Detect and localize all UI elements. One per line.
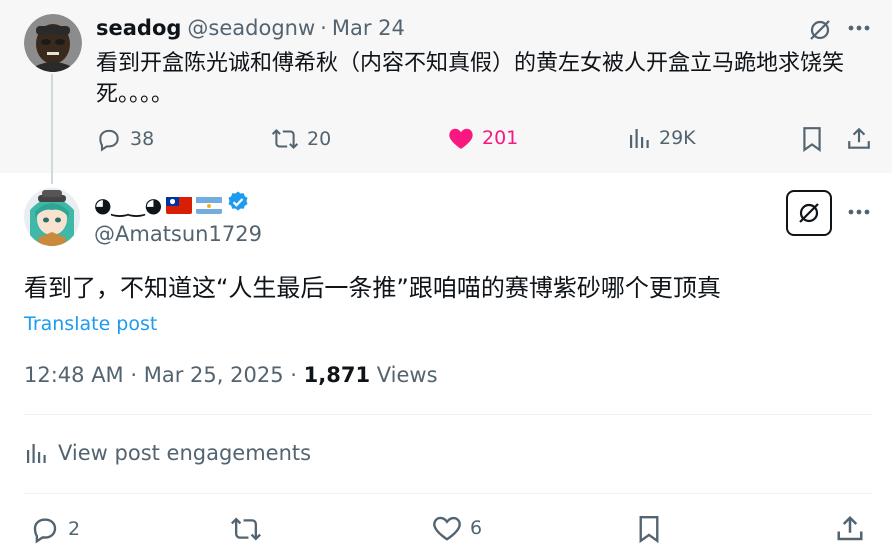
separator-dot: · [290,363,297,387]
divider [24,414,872,415]
parent-header: seadog @seadognw · Mar 24 [96,16,405,40]
argentina-flag-icon [196,196,223,214]
view-count: 1,871 [303,363,371,387]
more-options-icon[interactable] [846,15,872,41]
parent-tweet-text: 看到开盒陈光诚和傅希秋（内容不知真假）的黄左女被人开盒立马跪地求饶笑死。。。。 [96,51,845,107]
parent-handle[interactable]: @seadognw [187,16,315,40]
retweet-icon [271,128,299,150]
parent-display-name[interactable]: seadog [96,16,181,40]
parent-tweet[interactable]: seadog @seadognw · Mar 24 看到开盒陈光诚和傅希秋（内容… [0,0,892,184]
views-chart-icon [630,129,649,148]
verified-badge-icon[interactable] [226,190,250,219]
parent-like-button[interactable]: 201 [448,126,518,150]
share-icon [848,127,870,149]
separator-dot: · [320,16,327,40]
heart-filled-icon [449,128,473,149]
parent-bookmark-button[interactable] [800,126,824,152]
tweet-text: 看到了，不知道这“人生最后一条推”跟咱喵的赛博紫砂哪个更顶真 [24,274,721,302]
parent-view-count: 29K [659,127,696,149]
retweet-icon [231,517,261,541]
reply-icon [99,129,119,152]
more-options-icon[interactable] [846,199,872,225]
view-engagements-label: View post engagements [58,441,312,465]
author-handle[interactable]: @Amatsun1729 [94,222,262,246]
bookmark-icon [803,127,821,152]
share-icon [837,515,863,541]
parent-avatar[interactable] [24,14,82,72]
bookmark-icon [639,516,659,544]
reply-icon [33,518,57,544]
retweet-button[interactable] [230,514,262,544]
parent-reply-button[interactable]: 38 [96,126,154,152]
views-label: Views [376,363,438,387]
parent-retweet-count: 20 [307,128,332,150]
parent-date[interactable]: Mar 24 [332,16,405,40]
parent-share-button[interactable] [846,126,872,152]
taiwan-flag-icon [166,196,193,214]
thread-connector-line [51,74,53,184]
parent-retweet-button[interactable]: 20 [271,126,331,152]
bookmark-button[interactable] [636,514,662,544]
author-display-name: ◕‿‿◕ [94,192,163,217]
share-button[interactable] [835,514,865,544]
parent-like-count: 201 [482,127,519,149]
parent-reply-count: 38 [130,128,155,150]
separator-dot: · [130,363,138,387]
author-avatar[interactable] [24,188,80,246]
tweet-date[interactable]: Mar 25, 2025 [144,363,284,387]
reply-count: 2 [68,518,81,540]
divider [24,493,872,494]
views-chart-icon [27,444,46,463]
grok-icon[interactable] [804,14,836,46]
tweet-time[interactable]: 12:48 AM [24,363,124,387]
view-engagements-link[interactable]: View post engagements [24,441,311,465]
grok-button[interactable] [786,190,832,236]
tweet-metadata: 12:48 AM · Mar 25, 2025 · 1,871 Views [24,363,438,387]
grok-icon [799,203,819,223]
like-button[interactable]: 6 [432,514,482,542]
heart-icon [433,516,461,541]
like-count: 6 [470,517,483,539]
reply-button[interactable]: 2 [30,514,80,544]
translate-post-link[interactable]: Translate post [24,313,157,335]
author-name-row[interactable]: ◕‿‿◕ [94,190,250,219]
parent-views-button[interactable]: 29K [627,126,696,150]
